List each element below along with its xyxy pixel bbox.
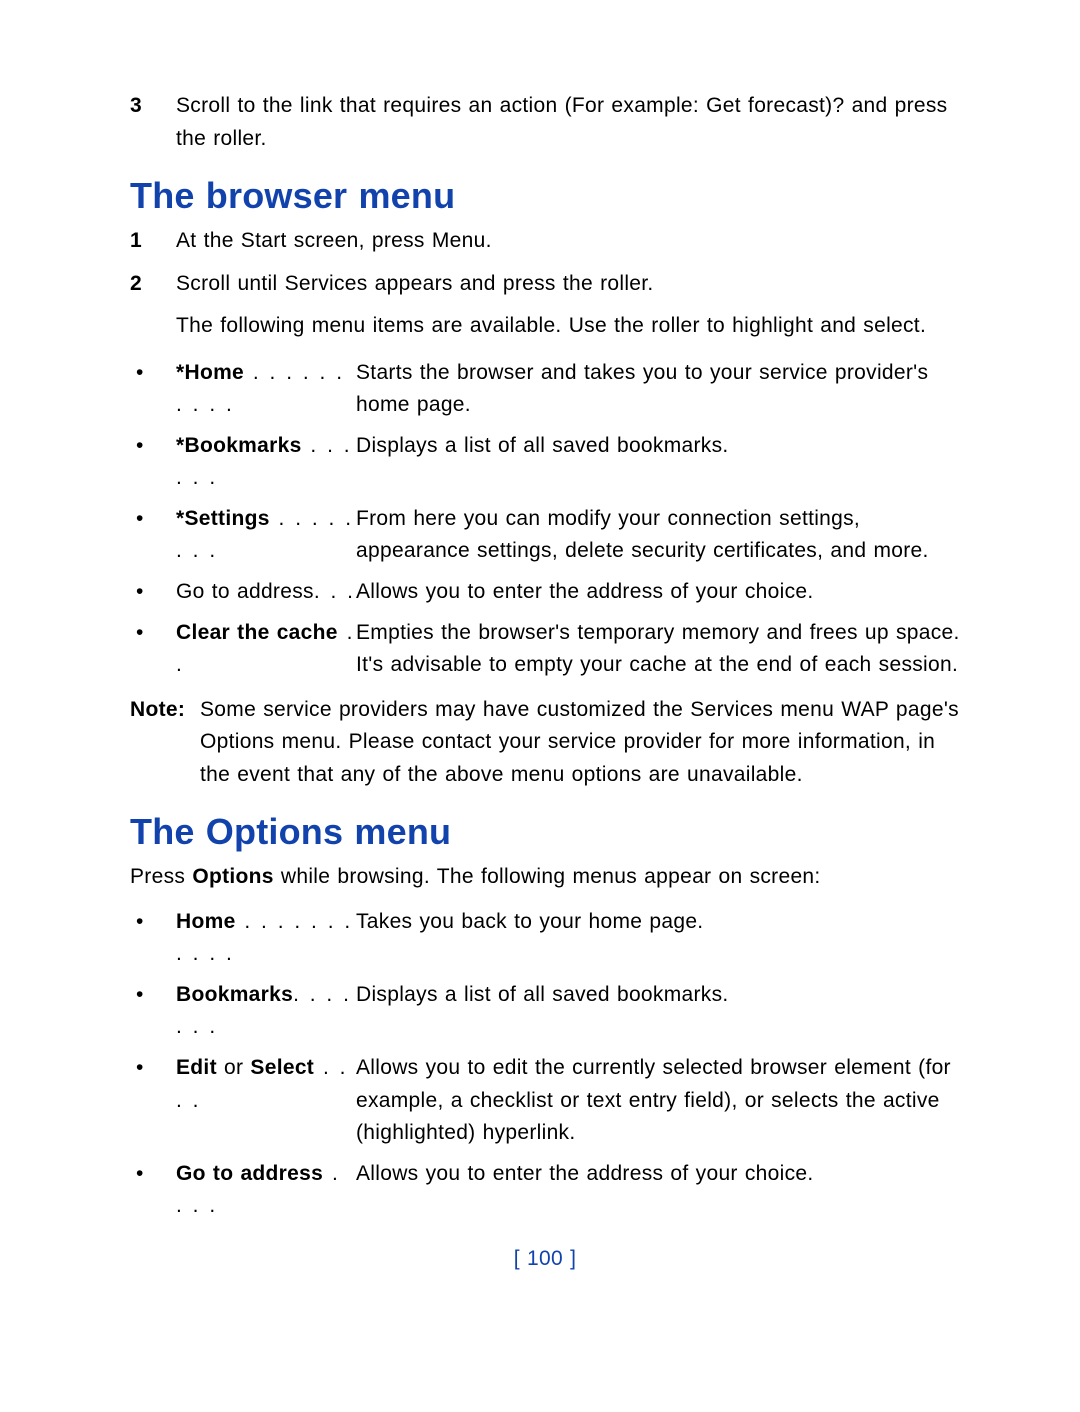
text: At the Start screen, press bbox=[176, 229, 432, 252]
note-body: Some service providers may have customiz… bbox=[200, 694, 960, 792]
step-number: 2 bbox=[130, 268, 176, 301]
numbered-step: 2 Scroll until Services appears and pres… bbox=[130, 268, 960, 301]
step-body: At the Start screen, press Menu. bbox=[176, 225, 960, 258]
menu-term: Edit or Select . . . . bbox=[176, 1052, 356, 1150]
text: Scroll to the link that requires an acti… bbox=[176, 94, 706, 117]
menu-term: Home . . . . . . . . . . . bbox=[176, 906, 356, 971]
menu-desc: Allows you to edit the currently selecte… bbox=[356, 1052, 960, 1150]
text: Get forecast bbox=[706, 94, 825, 117]
text: Menu bbox=[432, 229, 486, 252]
paragraph: The following menu items are available. … bbox=[176, 310, 960, 343]
menu-item: • *Settings . . . . . . . . From here yo… bbox=[130, 503, 960, 568]
numbered-step: 3 Scroll to the link that requires an ac… bbox=[130, 90, 960, 155]
menu-desc: Allows you to enter the address of your … bbox=[356, 1158, 960, 1223]
step-body: Scroll to the link that requires an acti… bbox=[176, 90, 960, 155]
menu-desc: Starts the browser and takes you to your… bbox=[356, 357, 960, 422]
menu-term: Go to address . . . . bbox=[176, 1158, 356, 1223]
paragraph: Press Options while browsing. The follow… bbox=[130, 861, 960, 894]
page-number: [ 100 ] bbox=[130, 1247, 960, 1271]
numbered-step: 1 At the Start screen, press Menu. bbox=[130, 225, 960, 258]
menu-item: • Clear the cache . . Empties the browse… bbox=[130, 617, 960, 682]
menu-item: • *Bookmarks . . . . . . Displays a list… bbox=[130, 430, 960, 495]
bullet-icon: • bbox=[130, 503, 176, 568]
menu-item: • Go to address. . . Allows you to enter… bbox=[130, 576, 960, 609]
text: Scroll until bbox=[176, 272, 285, 295]
text: Press bbox=[130, 865, 192, 888]
bullet-icon: • bbox=[130, 979, 176, 1044]
menu-item: • Bookmarks. . . . . . . Displays a list… bbox=[130, 979, 960, 1044]
menu-item: • *Home . . . . . . . . . . Starts the b… bbox=[130, 357, 960, 422]
heading-options-menu: The Options menu bbox=[130, 811, 960, 853]
text: . bbox=[486, 229, 492, 252]
step-body: Scroll until Services appears and press … bbox=[176, 268, 960, 301]
menu-desc: From here you can modify your connection… bbox=[356, 503, 960, 568]
text: while browsing. The following menus appe… bbox=[274, 865, 821, 888]
bullet-icon: • bbox=[130, 906, 176, 971]
menu-term: *Bookmarks . . . . . . bbox=[176, 430, 356, 495]
menu-desc: Empties the browser's temporary memory a… bbox=[356, 617, 960, 682]
bullet-icon: • bbox=[130, 430, 176, 495]
menu-term: *Settings . . . . . . . . bbox=[176, 503, 356, 568]
menu-desc: Allows you to enter the address of your … bbox=[356, 576, 960, 609]
menu-item: • Go to address . . . . Allows you to en… bbox=[130, 1158, 960, 1223]
document-page: 3 Scroll to the link that requires an ac… bbox=[0, 0, 1080, 1412]
menu-term: Bookmarks. . . . . . . bbox=[176, 979, 356, 1044]
bullet-icon: • bbox=[130, 617, 176, 682]
bullet-icon: • bbox=[130, 357, 176, 422]
menu-desc: Displays a list of all saved bookmarks. bbox=[356, 430, 960, 495]
text: Services bbox=[285, 272, 368, 295]
bullet-icon: • bbox=[130, 576, 176, 609]
bullet-icon: • bbox=[130, 1158, 176, 1223]
bullet-icon: • bbox=[130, 1052, 176, 1150]
menu-term: Go to address. . . bbox=[176, 576, 356, 609]
note-label: Note: bbox=[130, 694, 200, 792]
menu-item: • Edit or Select . . . . Allows you to e… bbox=[130, 1052, 960, 1150]
menu-desc: Displays a list of all saved bookmarks. bbox=[356, 979, 960, 1044]
text: appears and press the roller. bbox=[368, 272, 654, 295]
step-number: 1 bbox=[130, 225, 176, 258]
menu-term: Clear the cache . . bbox=[176, 617, 356, 682]
menu-desc: Takes you back to your home page. bbox=[356, 906, 960, 971]
heading-browser-menu: The browser menu bbox=[130, 175, 960, 217]
menu-term: *Home . . . . . . . . . . bbox=[176, 357, 356, 422]
note: Note: Some service providers may have cu… bbox=[130, 694, 960, 792]
menu-item: • Home . . . . . . . . . . . Takes you b… bbox=[130, 906, 960, 971]
text: Options bbox=[192, 865, 273, 888]
step-number: 3 bbox=[130, 90, 176, 155]
